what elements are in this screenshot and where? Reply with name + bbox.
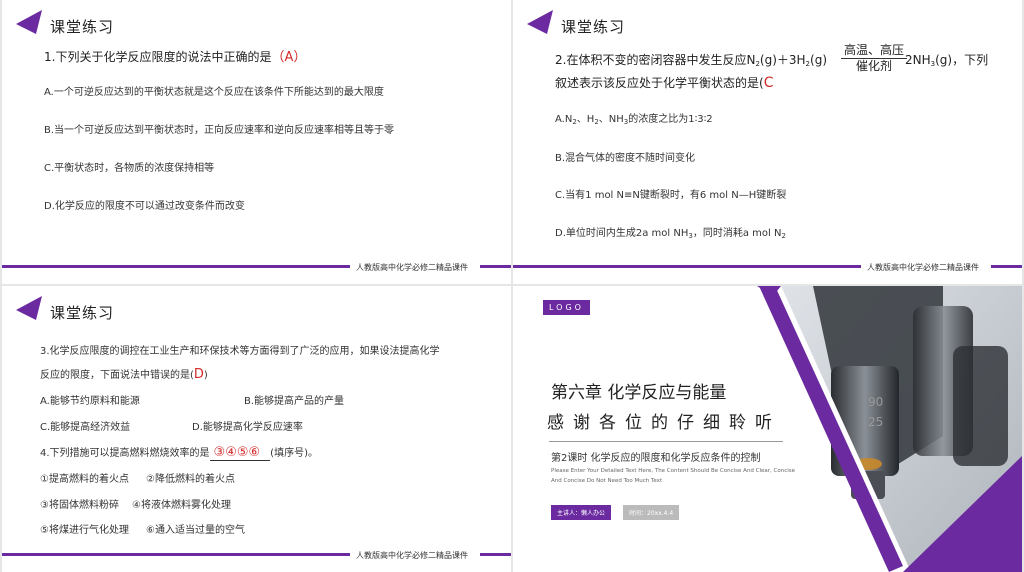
item-5: ⑤将煤进行气化处理 [40,525,129,536]
triangle-logo-icon [16,10,42,34]
divider [549,441,783,442]
question-2-line2: 叙述表示该反应处于化学平衡状态的是(C [555,75,774,91]
reaction-condition: 高温、高压 催化剂 [841,44,907,73]
option-b: B.当一个可逆反应达到平衡状态时，正向反应速率和逆向反应速率相等且等于零 [44,125,395,136]
item-6: ⑥通入适当过量的空气 [146,525,245,536]
footer-line [513,265,861,268]
option-c: C.平衡状态时，各物质的浓度保持相等 [44,163,215,174]
question-2-line1: 2.在体积不变的密闭容器中发生反应N2(g)＋3H2(g) [555,53,827,68]
footer-line-right [991,265,1022,268]
answer-1: （A） [271,50,307,65]
triangle-logo-icon [16,296,42,320]
question-4: 4.下列措施可以提高燃料燃烧效率的是 ③④⑤⑥ (填序号)。 [40,445,318,461]
option-d: D.能够提高化学反应速率 [192,422,303,433]
section-title: 课堂练习 [561,18,626,36]
chapter-title: 第六章 化学反应与能量 [551,383,727,403]
footer-text: 人教版高中化学必修二精品课件 [356,551,468,560]
item-1: ①提高燃料的着火点 [40,474,129,485]
slide-1: 课堂练习 1.下列关于化学反应限度的说法中正确的是（A） A.一个可逆反应达到的… [2,0,511,284]
presenter-badge: 主讲人：懒人办公 [551,505,612,520]
footer-line-right [480,553,511,556]
answer-3: D [193,367,204,382]
item-4: ④将液体燃料雾化处理 [132,500,231,511]
logo-badge: LOGO [543,300,590,315]
time-badge: 时间：20xx.4.4 [623,505,680,520]
lens-mark-2: 25 [868,415,883,429]
answer-2: C [763,75,774,91]
question-3-line1: 3.化学反应限度的调控在工业生产和环保技术等方面得到了广泛的应用，如果设法提高化… [40,346,440,357]
option-a: A.一个可逆反应达到的平衡状态就是这个反应在该条件下所能达到的最大限度 [44,87,384,98]
thanks-title: 感谢各位的仔细聆听 [547,413,781,433]
footer-line [2,265,350,268]
english-text-1: Please Enter Your Detailed Text Here, Th… [551,468,796,474]
question-2-product: 2NH3(g)，下列 [905,53,989,68]
section-title: 课堂练习 [50,18,115,36]
lesson-title: 第2课时 化学反应的限度和化学反应条件的控制 [551,453,761,464]
option-d: D.化学反应的限度不可以通过改变条件而改变 [44,201,245,212]
footer-text: 人教版高中化学必修二精品课件 [867,263,979,272]
footer-line-right [480,265,511,268]
option-c: C.能够提高经济效益 [40,422,131,433]
option-a: A.N2、H2、NH3的浓度之比为1∶3∶2 [555,114,713,126]
footer-line [2,553,350,556]
answer-4: ③④⑤⑥ [209,445,271,461]
lens-mark-1: 90 [868,395,883,409]
option-b: B.能够提高产品的产量 [244,396,345,407]
option-b: B.混合气体的密度不随时间变化 [555,153,696,164]
option-c: C.当有1 mol N≡N键断裂时，有6 mol N—H键断裂 [555,190,787,201]
slide-2: 课堂练习 2.在体积不变的密闭容器中发生反应N2(g)＋3H2(g) 高温、高压… [513,0,1022,284]
option-a: A.能够节约原料和能源 [40,396,140,407]
question-1: 1.下列关于化学反应限度的说法中正确的是（A） [44,50,307,65]
item-2: ②降低燃料的着火点 [146,474,235,485]
triangle-logo-icon [527,10,553,34]
question-3-line2: 反应的限度，下面说法中错误的是(D) [40,367,208,382]
english-text-2: And Concise Do Not Need Too Much Text [551,478,663,484]
slide-4-cover: 90 25 LOGO 第六章 化学反应与能量 感谢各位的仔细聆听 第2课时 化学… [513,286,1022,572]
section-title: 课堂练习 [50,304,115,322]
slide-3: 课堂练习 3.化学反应限度的调控在工业生产和环保技术等方面得到了广泛的应用，如果… [2,286,511,572]
option-d: D.单位时间内生成2a mol NH3，同时消耗a mol N2 [555,228,786,240]
footer-text: 人教版高中化学必修二精品课件 [356,263,468,272]
item-3: ③将固体燃料粉碎 [40,500,119,511]
